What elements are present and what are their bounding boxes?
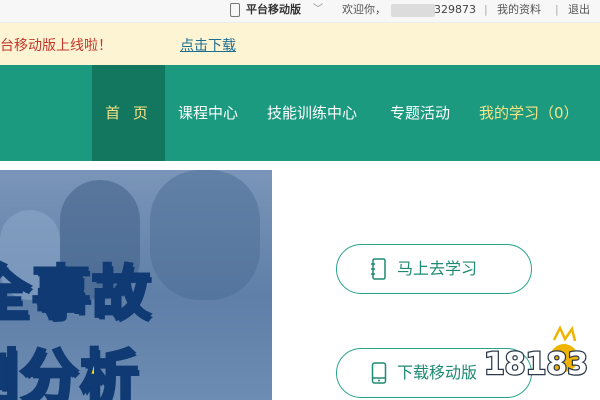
mobile-platform-link[interactable]: 平台移动版 xyxy=(246,0,301,22)
start-learning-button[interactable]: 马上去学习 xyxy=(336,244,532,294)
hero-title-line1: 全事故 xyxy=(0,258,153,329)
top-bar: 平台移动版 ﹀ 欢迎你， 329873 | 我的资料 | 退出 xyxy=(0,0,600,23)
chevron-down-icon[interactable]: ﹀ xyxy=(313,0,323,22)
nav-item-home[interactable]: 首 页 xyxy=(92,65,165,161)
nav-item-courses[interactable]: 课程中心 xyxy=(178,65,238,161)
announcement-text: 台移动版上线啦！ xyxy=(0,38,112,54)
username-suffix: 329873 xyxy=(434,3,476,16)
notebook-icon xyxy=(371,258,386,280)
nav-item-topics[interactable]: 专题活动 xyxy=(390,65,450,161)
watermark-logo: 18183 xyxy=(483,325,589,383)
nav-item-my-learning[interactable]: 我的学习（0） xyxy=(479,65,579,161)
hero-banner[interactable]: 全事故 例分析 xyxy=(0,170,272,400)
my-profile-link[interactable]: 我的资料 xyxy=(497,0,541,22)
main-nav: 首 页 课程中心 技能训练中心 专题活动 我的学习（0） xyxy=(0,65,600,161)
watermark-text: 18183 xyxy=(484,347,588,382)
divider: | xyxy=(484,3,488,16)
hero-figure xyxy=(150,170,260,300)
hero-title-line2: 例分析 xyxy=(0,342,141,400)
announcement-banner: 台移动版上线啦！ 点击下载 xyxy=(0,23,600,65)
logout-link[interactable]: 退出 xyxy=(568,0,590,22)
phone-icon xyxy=(230,3,240,17)
divider: | xyxy=(555,3,559,16)
welcome-text: 欢迎你， xyxy=(342,3,386,16)
masked-username xyxy=(391,4,435,17)
start-learning-label: 马上去学习 xyxy=(397,259,478,278)
nav-item-skills[interactable]: 技能训练中心 xyxy=(267,65,357,161)
download-link[interactable]: 点击下载 xyxy=(180,35,236,55)
phone-icon xyxy=(371,362,387,384)
download-mobile-label: 下载移动版 xyxy=(397,363,478,382)
